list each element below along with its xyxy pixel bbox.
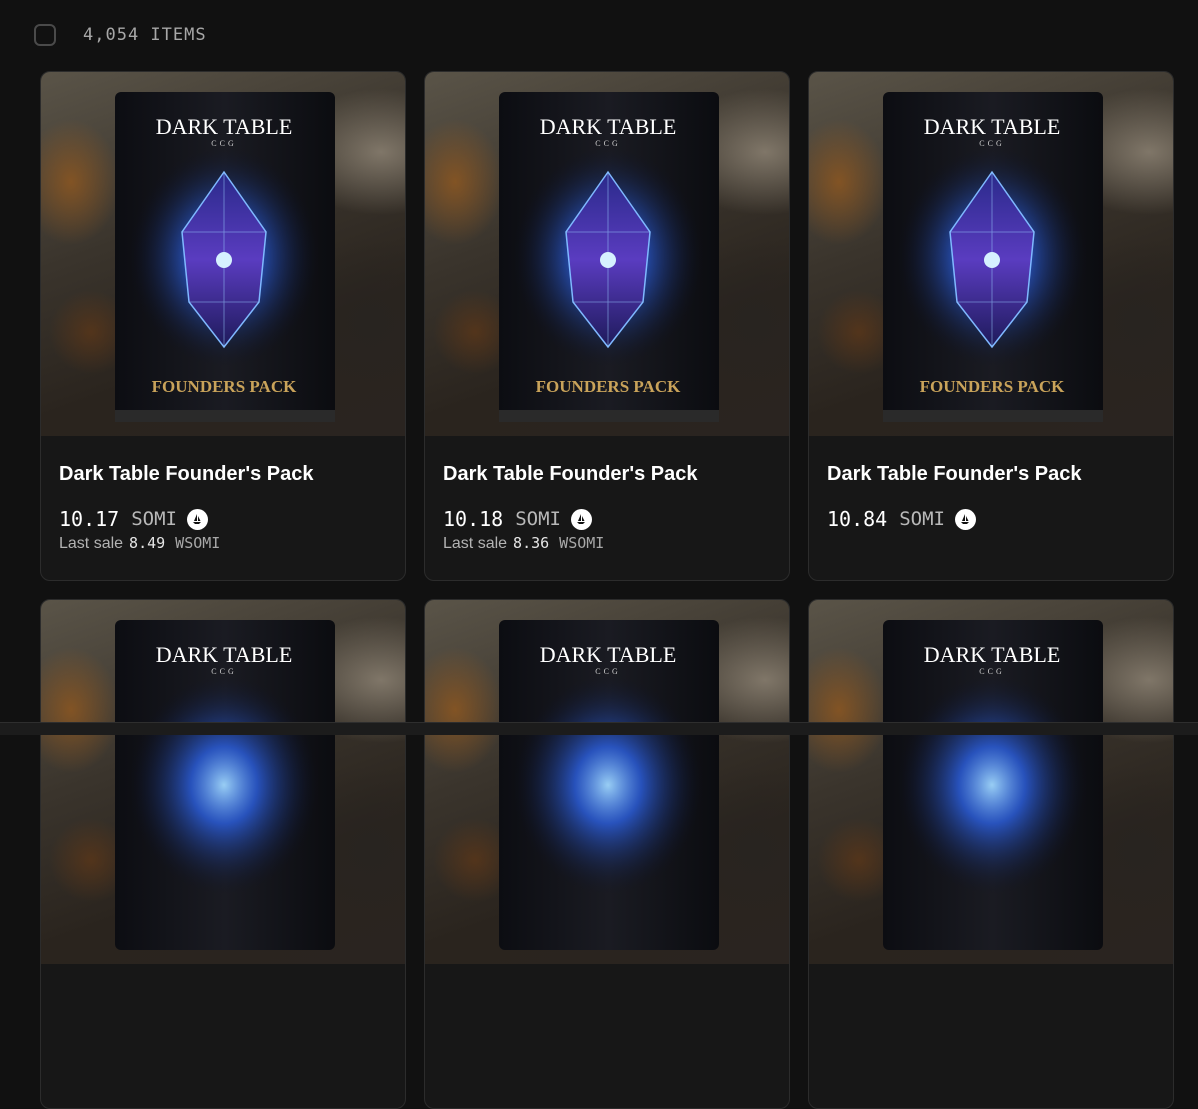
last-sale: Last sale 8.49 WSOMI <box>59 534 387 556</box>
price-row: 10.84 SOMI <box>827 506 1155 532</box>
founders-pack-artwork: DARK TABLE CCG FOUNDERS PACK <box>499 92 719 422</box>
price-currency: SOMI <box>899 508 945 530</box>
last-sale-label: Last sale <box>59 535 124 552</box>
pack-sub: CCG <box>979 139 1004 148</box>
price-row: 10.17 SOMI <box>59 506 387 532</box>
pack-sub: CCG <box>211 667 236 676</box>
pack-sub: CCG <box>595 139 620 148</box>
item-image: DARK TABLE CCG FOUNDERS PACK <box>41 72 405 436</box>
item-image: DARK TABLE CCG <box>425 600 789 964</box>
toolbar: 4,054 ITEMS <box>34 22 207 48</box>
item-image: DARK TABLE CCG FOUNDERS PACK <box>425 72 789 436</box>
last-sale-value: 8.49 <box>129 534 166 552</box>
select-all-checkbox[interactable] <box>34 24 56 46</box>
pack-brand: DARK TABLE <box>924 642 1061 667</box>
item-title[interactable]: Dark Table Founder's Pack <box>59 462 387 486</box>
pack-label: FOUNDERS PACK <box>152 377 297 396</box>
pack-brand: DARK TABLE <box>540 642 677 667</box>
pack-sub: CCG <box>979 667 1004 676</box>
founders-pack-artwork: DARK TABLE CCG <box>115 620 335 950</box>
item-card[interactable]: DARK TABLE CCG FOUNDERS PACK Dark Table … <box>424 71 790 581</box>
last-sale-label: Last sale <box>443 535 508 552</box>
bottom-scroll-edge <box>0 722 1198 735</box>
somi-token-icon <box>186 508 208 530</box>
item-card[interactable]: DARK TABLE CCG <box>424 599 790 1109</box>
somi-token-icon <box>954 508 976 530</box>
item-card[interactable]: DARK TABLE CCG FOUNDERS PACK Dark Table … <box>40 71 406 581</box>
founders-pack-artwork: DARK TABLE CCG FOUNDERS PACK <box>883 92 1103 422</box>
item-card[interactable]: DARK TABLE CCG FOUNDERS PACK Dark Table … <box>808 71 1174 581</box>
founders-pack-artwork: DARK TABLE CCG <box>883 620 1103 950</box>
price-currency: SOMI <box>515 508 561 530</box>
pack-brand: DARK TABLE <box>924 114 1061 139</box>
last-sale-currency: WSOMI <box>175 534 221 552</box>
item-image: DARK TABLE CCG FOUNDERS PACK <box>809 72 1173 436</box>
pack-label: FOUNDERS PACK <box>536 377 681 396</box>
price-value: 10.84 <box>827 507 888 531</box>
pack-sub: CCG <box>595 667 620 676</box>
item-title[interactable]: Dark Table Founder's Pack <box>443 462 771 486</box>
last-sale-value: 8.36 <box>513 534 550 552</box>
pack-label: FOUNDERS PACK <box>920 377 1065 396</box>
price-row: 10.18 SOMI <box>443 506 771 532</box>
item-image: DARK TABLE CCG <box>41 600 405 964</box>
pack-brand: DARK TABLE <box>540 114 677 139</box>
pack-sub: CCG <box>211 139 236 148</box>
pack-brand: DARK TABLE <box>156 642 293 667</box>
last-sale-currency: WSOMI <box>559 534 605 552</box>
last-sale: Last sale 8.36 WSOMI <box>443 534 771 556</box>
founders-pack-artwork: DARK TABLE CCG FOUNDERS PACK <box>115 92 335 422</box>
item-count: 4,054 ITEMS <box>83 25 207 45</box>
price-currency: SOMI <box>131 508 177 530</box>
item-image: DARK TABLE CCG <box>809 600 1173 964</box>
pack-brand: DARK TABLE <box>156 114 293 139</box>
item-card[interactable]: DARK TABLE CCG <box>808 599 1174 1109</box>
item-card[interactable]: DARK TABLE CCG <box>40 599 406 1109</box>
price-value: 10.17 <box>59 507 120 531</box>
price-value: 10.18 <box>443 507 504 531</box>
item-title[interactable]: Dark Table Founder's Pack <box>827 462 1155 486</box>
item-grid: DARK TABLE CCG FOUNDERS PACK Dark Table … <box>40 71 1174 1109</box>
founders-pack-artwork: DARK TABLE CCG <box>499 620 719 950</box>
somi-token-icon <box>570 508 592 530</box>
